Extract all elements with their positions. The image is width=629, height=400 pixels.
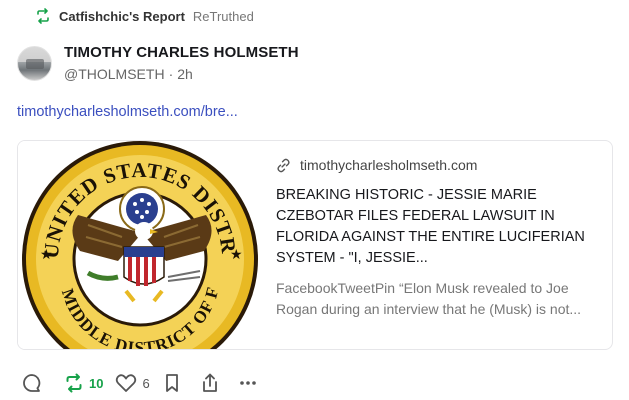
retruth-label: ReTruthed <box>192 8 254 24</box>
preview-domain-row: timothycharlesholmseth.com <box>276 157 598 173</box>
retruth-count: 10 <box>89 375 104 391</box>
preview-description: FacebookTweetPin “Elon Musk revealed to … <box>276 280 582 317</box>
post-link[interactable]: timothycharlesholmseth.com/bre... <box>17 104 238 120</box>
retruth-action-icon <box>66 373 82 393</box>
retruth-user-link[interactable]: Catfishchic's Report <box>59 9 185 24</box>
court-seal-image: UNITED STATES DISTRICT COURT MIDDLE DIST… <box>18 141 258 349</box>
retruth-banner: Catfishchic's Report ReTruthed <box>35 7 254 25</box>
reply-icon <box>23 374 41 392</box>
author-avatar[interactable] <box>17 46 52 81</box>
share-icon <box>202 373 217 392</box>
share-button[interactable] <box>200 373 220 393</box>
retruth-icon <box>35 8 51 24</box>
link-preview-card[interactable]: UNITED STATES DISTRICT COURT MIDDLE DIST… <box>17 140 613 350</box>
heart-icon <box>116 374 137 392</box>
author-display-name[interactable]: TIMOTHY CHARLES HOLMSETH <box>64 44 299 61</box>
preview-image: UNITED STATES DISTRICT COURT MIDDLE DIST… <box>18 141 258 349</box>
bookmark-icon <box>165 374 178 392</box>
author-meta: @THOLMSETH · 2h <box>64 66 193 82</box>
more-options-button[interactable] <box>238 373 258 393</box>
bookmark-button[interactable] <box>164 373 180 393</box>
meta-separator: · <box>168 66 174 82</box>
preview-domain: timothycharlesholmseth.com <box>300 157 478 173</box>
link-icon <box>276 158 291 173</box>
reply-button[interactable] <box>22 373 42 393</box>
preview-title: BREAKING HISTORIC - JESSIE MARIE CZEBOTA… <box>276 187 585 266</box>
like-count: 6 <box>142 375 150 391</box>
author-handle[interactable]: @THOLMSETH <box>64 66 165 82</box>
post-container: Catfishchic's Report ReTruthed TIMOTHY C… <box>0 0 629 400</box>
preview-body: timothycharlesholmseth.com BREAKING HIST… <box>258 141 612 349</box>
svg-text:★: ★ <box>40 246 53 262</box>
retruth-button[interactable]: 10 <box>64 373 103 393</box>
post-timestamp[interactable]: 2h <box>177 66 193 82</box>
more-icon <box>239 381 256 385</box>
svg-text:★: ★ <box>230 246 243 262</box>
like-button[interactable]: 6 <box>115 373 150 393</box>
action-bar: 10 6 <box>22 372 258 394</box>
